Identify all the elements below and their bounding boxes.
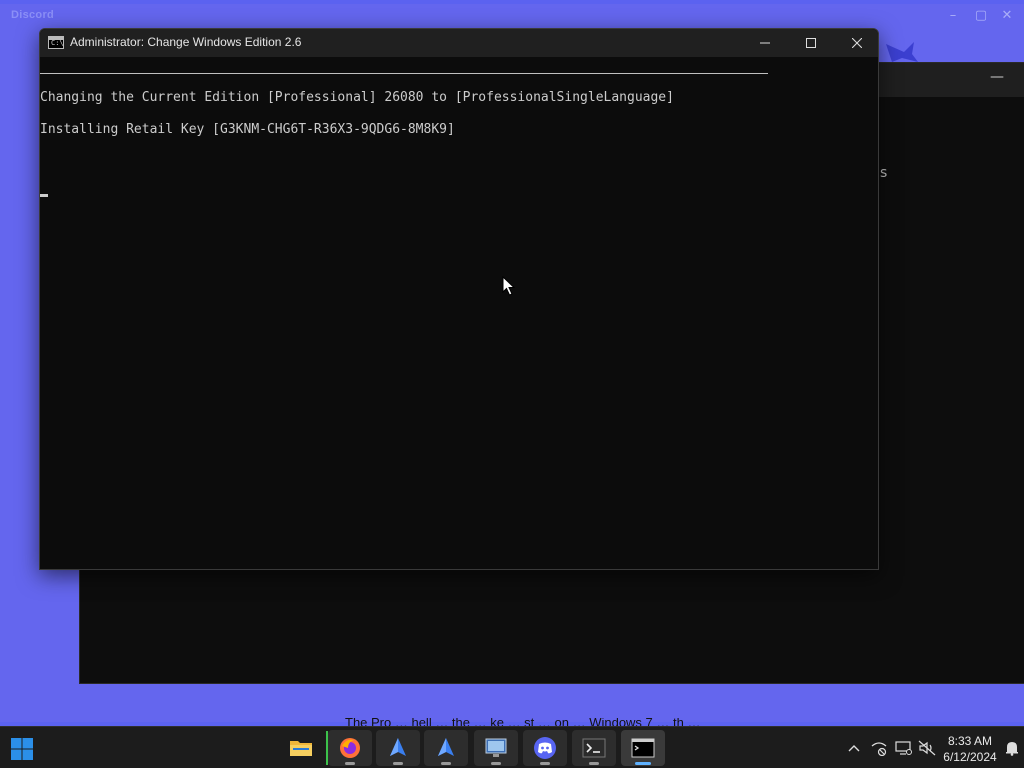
taskbar: 8:33 AM 6/12/2024 (0, 726, 1024, 768)
discord-mascot-icon (886, 42, 918, 62)
chevron-up-icon[interactable] (845, 739, 863, 757)
clock-date: 6/12/2024 (943, 750, 997, 764)
console-window[interactable]: C:\ Administrator: Change Windows Editio… (39, 28, 879, 570)
notification-bell-icon[interactable] (1003, 739, 1021, 757)
clock[interactable]: 8:33 AM 6/12/2024 (936, 733, 1004, 765)
running-indicator (540, 762, 550, 765)
network-disconnected-icon[interactable] (870, 739, 888, 757)
blue-app-icon (390, 738, 406, 756)
discord-close-icon[interactable]: ✕ (996, 6, 1018, 26)
minimize-icon (760, 42, 770, 44)
cmd-icon (631, 738, 655, 758)
running-indicator (589, 762, 599, 765)
console-title: Administrator: Change Windows Edition 2.… (70, 35, 302, 49)
close-icon (852, 38, 862, 48)
console-line-key: Installing Retail Key [G3KNM-CHG6T-R36X3… (40, 122, 455, 137)
taskbar-firefox[interactable] (328, 730, 372, 766)
console-line-edition: Changing the Current Edition [Profession… (40, 90, 674, 105)
minimize-button[interactable] (742, 29, 788, 57)
running-indicator (491, 762, 501, 765)
taskbar-monitor-app[interactable] (474, 730, 518, 766)
close-button[interactable] (834, 29, 880, 57)
taskbar-discord[interactable] (523, 730, 567, 766)
discord-minimize-icon[interactable]: – (942, 6, 964, 26)
cmd-icon-glyph: C:\ (51, 39, 64, 47)
discord-title: Discord (11, 9, 55, 21)
console-titlebar[interactable]: C:\ Administrator: Change Windows Editio… (40, 29, 878, 57)
running-indicator (345, 762, 355, 765)
mouse-pointer-icon (502, 276, 516, 296)
running-indicator (393, 762, 403, 765)
taskbar-terminal[interactable] (572, 730, 616, 766)
windows-start-icon[interactable] (10, 737, 34, 761)
display-icon[interactable] (894, 739, 912, 757)
discord-icon (534, 737, 556, 759)
background-window-text: s (880, 165, 888, 181)
discord-maximize-icon[interactable]: ▢ (970, 6, 992, 26)
text-cursor (40, 194, 48, 197)
maximize-button[interactable] (788, 29, 834, 57)
terminal-icon (582, 738, 606, 758)
console-separator-line (40, 73, 768, 74)
firefox-icon (340, 738, 360, 758)
console-output[interactable]: Changing the Current Edition [Profession… (40, 57, 878, 569)
blue-app-icon (438, 738, 454, 756)
running-indicator (441, 762, 451, 765)
clock-time: 8:33 AM (947, 734, 993, 748)
discord-titlebar: Discord – ▢ ✕ (0, 4, 1024, 28)
taskbar-command-prompt[interactable] (621, 730, 665, 766)
active-indicator (635, 762, 651, 765)
maximize-icon (806, 38, 816, 48)
monitor-icon (485, 738, 507, 757)
taskbar-blue-app-1[interactable] (376, 730, 420, 766)
speaker-muted-icon[interactable] (918, 739, 936, 757)
taskbar-file-explorer[interactable] (279, 730, 323, 766)
background-window-minimize-icon[interactable]: — (990, 69, 1004, 85)
taskbar-blue-app-2[interactable] (424, 730, 468, 766)
cmd-icon: C:\ (48, 36, 64, 49)
folder-icon (290, 741, 312, 756)
